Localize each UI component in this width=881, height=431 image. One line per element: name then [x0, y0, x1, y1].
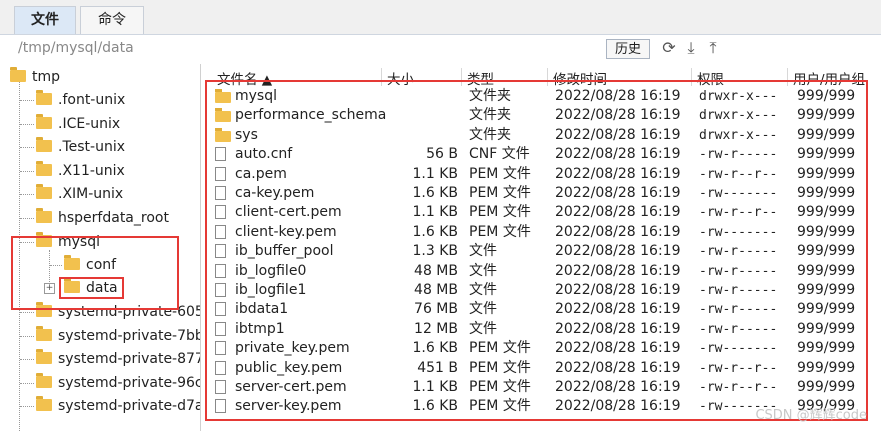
- tree-node[interactable]: .ICE-unix: [36, 113, 120, 134]
- tree-node[interactable]: systemd-private-877: [36, 349, 200, 369]
- tree-node[interactable]: .Test-unix: [36, 137, 125, 157]
- folder-icon: [36, 372, 52, 388]
- tree-node[interactable]: .font-unix: [36, 90, 125, 110]
- folder-icon: [36, 137, 52, 152]
- tab-files[interactable]: 文件: [14, 6, 76, 34]
- highlight-box-data: [59, 277, 124, 299]
- history-button[interactable]: 历史: [606, 39, 650, 59]
- refresh-icon[interactable]: ⟳: [660, 39, 678, 57]
- tree-node-tmp[interactable]: tmp: [10, 67, 60, 87]
- tab-bar: 文件 命令: [0, 0, 881, 35]
- tree-node[interactable]: systemd-private-7bb: [36, 325, 200, 346]
- path-bar: /tmp/mysql/data 历史 ⟳ ⤓ ⤒: [0, 35, 881, 63]
- tab-commands[interactable]: 命令: [80, 6, 144, 34]
- upload-icon[interactable]: ⤒: [704, 39, 722, 57]
- folder-icon: [36, 207, 52, 223]
- tree-node[interactable]: hsperfdata_root: [36, 207, 169, 228]
- download-icon[interactable]: ⤓: [682, 39, 700, 57]
- watermark: CSDN @辉辉code: [755, 408, 867, 423]
- tree-node[interactable]: systemd-private-96c: [36, 372, 200, 393]
- tree-node[interactable]: .X11-unix: [36, 160, 125, 181]
- folder-icon: [36, 90, 52, 105]
- folder-icon: [36, 113, 52, 129]
- path-input[interactable]: /tmp/mysql/data: [18, 40, 134, 56]
- tree-node[interactable]: systemd-private-d7a: [36, 396, 200, 416]
- folder-icon: [36, 396, 52, 411]
- folder-icon: [36, 349, 52, 364]
- folder-icon: [36, 160, 52, 176]
- tree-node[interactable]: .XIM-unix: [36, 184, 123, 204]
- highlight-box-files: [205, 80, 868, 421]
- folder-icon: [36, 184, 52, 199]
- folder-icon: [10, 67, 26, 82]
- folder-icon: [36, 325, 52, 341]
